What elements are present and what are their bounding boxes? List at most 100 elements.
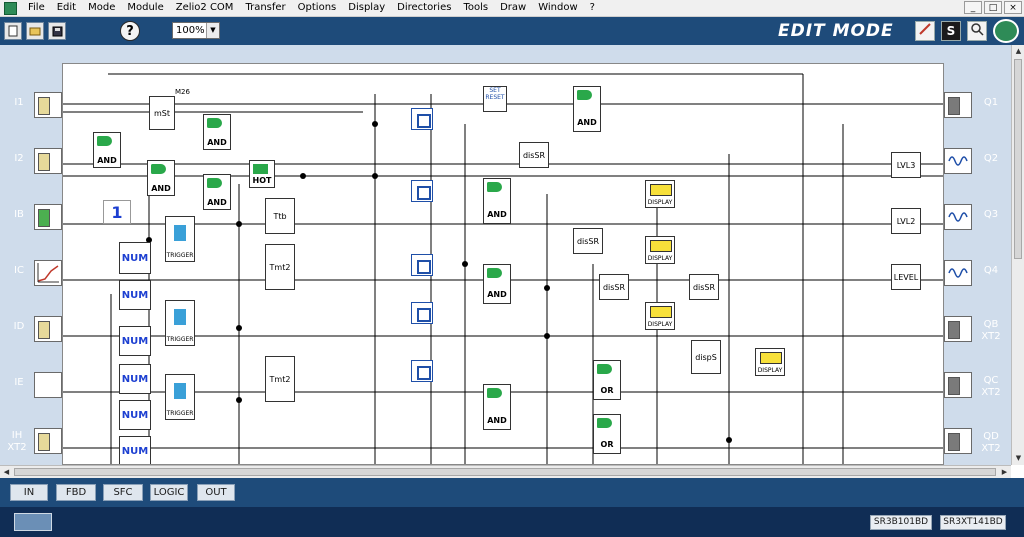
sfc-step-1[interactable] <box>411 108 433 130</box>
num-block-1[interactable]: NUM <box>119 242 151 274</box>
chevron-down-icon: ▼ <box>206 23 219 38</box>
tmt2-timer-block-2[interactable]: Tmt2 <box>265 356 295 402</box>
trigger-block-2[interactable]: TRIGGER <box>165 300 195 346</box>
sfc-step-5[interactable] <box>411 360 433 382</box>
scroll-down-icon[interactable]: ▼ <box>1012 452 1024 465</box>
zoom-value: 100% <box>176 25 205 36</box>
output-slot-q3[interactable] <box>944 204 972 230</box>
or-block-1[interactable]: OR <box>593 360 621 400</box>
tab-sfc[interactable]: SFC <box>103 484 143 501</box>
and-block-8[interactable]: AND <box>483 384 511 430</box>
vertical-scrollbar[interactable]: ▲ ▼ <box>1011 45 1024 465</box>
module-base-badge: SR3B101BD <box>870 515 932 530</box>
menu-window[interactable]: Window <box>532 0 583 16</box>
output-slot-q2[interactable] <box>944 148 972 174</box>
ttb-timer-block[interactable]: Ttb <box>265 198 295 234</box>
and-block-4[interactable]: AND <box>203 174 231 210</box>
menu-help[interactable]: ? <box>584 0 601 16</box>
trigger-block-3[interactable]: TRIGGER <box>165 374 195 420</box>
set-reset-block[interactable]: SET RESET <box>483 86 507 112</box>
menu-file[interactable]: File <box>22 0 51 16</box>
and-block-7[interactable]: AND <box>483 264 511 304</box>
num-block-4[interactable]: NUM <box>119 364 151 394</box>
dissr-block-1[interactable]: disSR <box>519 142 549 168</box>
and-block-6[interactable]: AND <box>483 178 511 224</box>
display-block-3[interactable]: DISPLAY <box>645 302 675 330</box>
restore-button[interactable]: □ <box>984 1 1002 14</box>
input-slot-ic[interactable] <box>34 260 62 286</box>
and-block-2[interactable]: AND <box>203 114 231 150</box>
input-slot-id[interactable] <box>34 316 62 342</box>
display-block-1[interactable]: DISPLAY <box>645 180 675 208</box>
sfc-step-3[interactable] <box>411 254 433 276</box>
tab-logic[interactable]: LOGIC <box>150 484 188 501</box>
close-button[interactable]: × <box>1004 1 1022 14</box>
num-block-3[interactable]: NUM <box>119 326 151 356</box>
scroll-up-icon[interactable]: ▲ <box>1012 45 1024 58</box>
lvl2-block[interactable]: LVL2 <box>891 208 921 234</box>
horizontal-scrollbar[interactable]: ◀ ▶ <box>0 465 1011 479</box>
simulation-button[interactable]: S <box>941 21 961 41</box>
fbd-canvas[interactable]: M26 mSt AND AND AND AND HOT 1 NUM NUM NU… <box>62 63 944 465</box>
input-slot-i2[interactable] <box>34 148 62 174</box>
num-block-6[interactable]: NUM <box>119 436 151 464</box>
display-block-4[interactable]: DISPLAY <box>755 348 785 376</box>
and-block-5[interactable]: AND <box>573 86 601 132</box>
menu-options[interactable]: Options <box>292 0 343 16</box>
mst-block[interactable]: mSt <box>149 96 175 130</box>
save-button[interactable] <box>48 22 66 40</box>
menu-display[interactable]: Display <box>342 0 391 16</box>
edit-tool-button[interactable] <box>915 21 935 41</box>
output-slot-qc[interactable] <box>944 372 972 398</box>
input-slot-ie[interactable] <box>34 372 62 398</box>
coil-icon <box>948 212 968 222</box>
sfc-step-2[interactable] <box>411 180 433 202</box>
new-file-button[interactable] <box>4 22 22 40</box>
toolbar: ? 100% ▼ EDIT MODE S <box>0 17 1024 45</box>
and-block-3[interactable]: AND <box>147 160 175 196</box>
vertical-scroll-thumb[interactable] <box>1014 59 1022 259</box>
disps-block[interactable]: dispS <box>691 340 721 374</box>
menu-zelio2-com[interactable]: Zelio2 COM <box>170 0 240 16</box>
input-slot-i1[interactable] <box>34 92 62 118</box>
input-slot-ib[interactable] <box>34 204 62 230</box>
search-button[interactable] <box>967 21 987 41</box>
output-slot-qd[interactable] <box>944 428 972 454</box>
tab-out[interactable]: OUT <box>197 484 235 501</box>
menu-edit[interactable]: Edit <box>51 0 82 16</box>
help-button[interactable]: ? <box>120 21 140 41</box>
output-slot-q1[interactable] <box>944 92 972 118</box>
zoom-select[interactable]: 100% ▼ <box>172 22 220 39</box>
and-block-1[interactable]: AND <box>93 132 121 168</box>
module-icon[interactable] <box>14 513 52 531</box>
open-file-button[interactable] <box>26 22 44 40</box>
menu-directories[interactable]: Directories <box>391 0 457 16</box>
tab-in[interactable]: IN <box>10 484 48 501</box>
sfc-step-4[interactable] <box>411 302 433 324</box>
tab-fbd[interactable]: FBD <box>56 484 96 501</box>
output-slot-q4[interactable] <box>944 260 972 286</box>
trigger-block-1[interactable]: TRIGGER <box>165 216 195 262</box>
num-block-2[interactable]: NUM <box>119 280 151 310</box>
constant-one[interactable]: 1 <box>103 200 131 224</box>
horizontal-scroll-thumb[interactable] <box>14 468 996 476</box>
menu-module[interactable]: Module <box>121 0 169 16</box>
input-slot-ih[interactable] <box>34 428 62 454</box>
dissr-block-3[interactable]: disSR <box>599 274 629 300</box>
menu-draw[interactable]: Draw <box>494 0 532 16</box>
level-block[interactable]: LEVEL <box>891 264 921 290</box>
menu-transfer[interactable]: Transfer <box>239 0 291 16</box>
dissr-block-2[interactable]: disSR <box>573 228 603 254</box>
minimize-button[interactable]: _ <box>964 1 982 14</box>
lvl3-block[interactable]: LVL3 <box>891 152 921 178</box>
switch-icon <box>38 153 50 171</box>
or-block-2[interactable]: OR <box>593 414 621 454</box>
hot-block[interactable]: HOT <box>249 160 275 188</box>
num-block-5[interactable]: NUM <box>119 400 151 430</box>
menu-tools[interactable]: Tools <box>457 0 494 16</box>
display-block-2[interactable]: DISPLAY <box>645 236 675 264</box>
tmt2-timer-block-1[interactable]: Tmt2 <box>265 244 295 290</box>
dissr-block-4[interactable]: disSR <box>689 274 719 300</box>
menu-mode[interactable]: Mode <box>82 0 121 16</box>
output-slot-qb[interactable] <box>944 316 972 342</box>
